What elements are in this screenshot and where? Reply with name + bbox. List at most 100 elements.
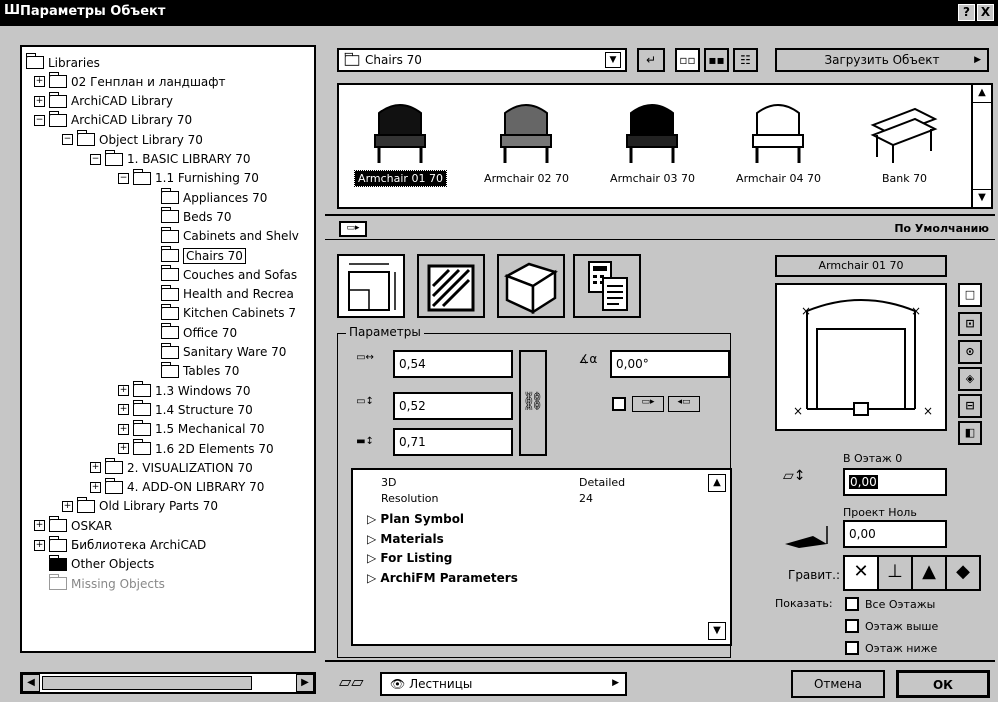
tab-materials[interactable]: [417, 254, 485, 318]
parameter-list[interactable]: ▲ ▼ 3D Detailed Resolution 24 ▷ Plan Symbol ▷…: [351, 468, 732, 646]
collapse-icon[interactable]: −: [118, 172, 129, 184]
param-section[interactable]: ▷ ArchiFM Parameters: [367, 571, 518, 585]
gravity-slab-button[interactable]: ⊥: [877, 555, 913, 591]
expand-icon[interactable]: +: [90, 481, 101, 493]
close-button[interactable]: X: [977, 4, 994, 21]
collapse-panel-icon[interactable]: ▭▸: [339, 221, 367, 237]
rotation-angle-field[interactable]: 0,00°: [610, 350, 730, 378]
tree-item[interactable]: +1.3 Windows 70: [118, 381, 251, 400]
view-settings-button[interactable]: ◧: [958, 421, 982, 445]
tree-item[interactable]: Appliances 70: [146, 188, 267, 207]
expand-icon[interactable]: +: [62, 500, 73, 512]
ok-button[interactable]: ОК: [896, 670, 990, 698]
height-field[interactable]: 0,71: [393, 428, 513, 456]
tree-item[interactable]: Kitchen Cabinets 7: [146, 303, 296, 323]
object-thumbnail[interactable]: Armchair 02 70: [469, 89, 584, 204]
thumbs-scrollbar[interactable]: ▲ ▼: [971, 85, 991, 207]
gravity-off-button[interactable]: ✕: [843, 555, 879, 591]
expand-icon[interactable]: +: [34, 76, 45, 88]
view-small-icons-button[interactable]: ▪▪: [704, 48, 729, 72]
param-section[interactable]: ▷ For Listing: [367, 551, 452, 565]
gravity-mesh-button[interactable]: ◆: [945, 555, 981, 591]
tree-item[interactable]: Health and Recrea: [146, 284, 294, 304]
expand-icon[interactable]: +: [34, 95, 45, 107]
show-option-checkbox[interactable]: [845, 619, 859, 633]
title-bar[interactable]: Ш Параметры Объект ? X: [0, 0, 998, 26]
project-zero-field[interactable]: 0,00: [843, 520, 947, 548]
object-thumbnails[interactable]: ▲ ▼ Armchair 01 70 Armchair 02 70 Armchair…: [337, 83, 993, 209]
scroll-left-button[interactable]: ◀: [22, 674, 40, 692]
scroll-thumb[interactable]: [42, 676, 252, 690]
tree-item[interactable]: +1.5 Mechanical 70: [118, 419, 265, 439]
expand-icon[interactable]: +: [34, 520, 45, 532]
param-value[interactable]: 24: [579, 492, 593, 505]
folder-dropdown[interactable]: Chairs 70 ▼: [337, 48, 627, 72]
tree-item[interactable]: Tables 70: [146, 361, 239, 381]
collapse-icon[interactable]: −: [34, 114, 45, 126]
view-shaded-button[interactable]: ◈: [958, 367, 982, 391]
story-elevation-field[interactable]: 0,00: [843, 468, 947, 496]
view-large-icons-button[interactable]: ▫▫: [675, 48, 700, 72]
expand-icon[interactable]: +: [118, 404, 129, 416]
width-a-field[interactable]: 0,54: [393, 350, 513, 378]
param-value[interactable]: Detailed: [579, 476, 625, 489]
expand-icon[interactable]: +: [118, 423, 129, 435]
up-folder-button[interactable]: ↵: [637, 48, 665, 72]
expand-icon[interactable]: +: [118, 443, 129, 454]
tree-item[interactable]: − 1. BASIC LIBRARY 70: [90, 149, 251, 169]
mirror-checkbox[interactable]: [612, 397, 626, 411]
tree-item[interactable]: − 1.1 Furnishing 70: [118, 168, 259, 188]
tree-hscrollbar[interactable]: ◀ ▶: [20, 672, 316, 694]
cancel-button[interactable]: Отмена: [791, 670, 885, 698]
scroll-down-button[interactable]: ▼: [973, 189, 991, 207]
show-option-checkbox[interactable]: [845, 641, 859, 655]
help-button[interactable]: ?: [958, 4, 975, 21]
show-option-checkbox[interactable]: [845, 597, 859, 611]
view-3d-button[interactable]: ⊙: [958, 340, 982, 364]
tree-item[interactable]: Chairs 70: [146, 246, 246, 265]
depth-b-field[interactable]: 0,52: [393, 392, 513, 420]
view-elevation-button[interactable]: ⊟: [958, 394, 982, 418]
view-plan-button[interactable]: □: [958, 283, 982, 307]
tree-item[interactable]: Other Objects: [34, 554, 154, 574]
tree-item[interactable]: Missing Objects: [34, 574, 165, 593]
object-thumbnail[interactable]: Armchair 04 70: [721, 89, 836, 204]
expand-icon[interactable]: +: [118, 385, 129, 397]
layer-dropdown[interactable]: 👁 Лестницы ▶: [380, 672, 627, 696]
tree-item[interactable]: Sanitary Ware 70: [146, 342, 286, 362]
tree-item[interactable]: Couches and Sofas: [146, 265, 297, 284]
tree-item[interactable]: + Библиотека ArchiCAD: [34, 535, 206, 555]
tree-item[interactable]: Beds 70: [146, 207, 232, 226]
tree-item[interactable]: − Object Library 70: [62, 130, 203, 149]
tree-item[interactable]: +4. ADD-ON LIBRARY 70: [90, 477, 264, 497]
tree-item[interactable]: Libraries: [26, 53, 100, 72]
chain-link-button[interactable]: ⛓: [519, 350, 547, 456]
collapse-icon[interactable]: −: [62, 134, 73, 146]
tree-item[interactable]: + ArchiCAD Library: [34, 91, 173, 111]
load-object-button[interactable]: Загрузить Объект ▶: [775, 48, 989, 72]
tree-item[interactable]: +1.6 2D Elements 70: [118, 439, 274, 458]
tree-item[interactable]: Office 70: [146, 323, 237, 342]
view-list-button[interactable]: ☷: [733, 48, 758, 72]
tree-item[interactable]: − ArchiCAD Library 70: [34, 110, 192, 130]
library-tree[interactable]: Libraries +02 Генплан и ландшафт + ArchiCAD…: [20, 45, 316, 653]
collapse-icon[interactable]: −: [90, 153, 101, 165]
tree-item[interactable]: +1.4 Structure 70: [118, 400, 253, 419]
tree-item[interactable]: Cabinets and Shelv: [146, 226, 299, 246]
tab-3d[interactable]: [497, 254, 565, 318]
view-section-button[interactable]: ⊡: [958, 312, 982, 336]
expand-icon[interactable]: +: [90, 462, 101, 474]
param-section[interactable]: ▷ Materials: [367, 532, 444, 546]
list-scroll-up-button[interactable]: ▲: [708, 474, 726, 492]
tree-item[interactable]: + Old Library Parts 70: [62, 496, 218, 516]
scroll-right-button[interactable]: ▶: [296, 674, 314, 692]
object-thumbnail[interactable]: Bank 70: [847, 89, 962, 204]
tree-item[interactable]: +02 Генплан и ландшафт: [34, 72, 226, 91]
scroll-up-button[interactable]: ▲: [973, 85, 991, 103]
param-section[interactable]: ▷ Plan Symbol: [367, 512, 464, 526]
tab-dimensions[interactable]: [337, 254, 405, 318]
object-thumbnail[interactable]: Armchair 01 70: [343, 89, 458, 204]
gravity-roof-button[interactable]: ▲: [911, 555, 947, 591]
list-scroll-down-button[interactable]: ▼: [708, 622, 726, 640]
tree-item[interactable]: + OSKAR: [34, 516, 112, 535]
